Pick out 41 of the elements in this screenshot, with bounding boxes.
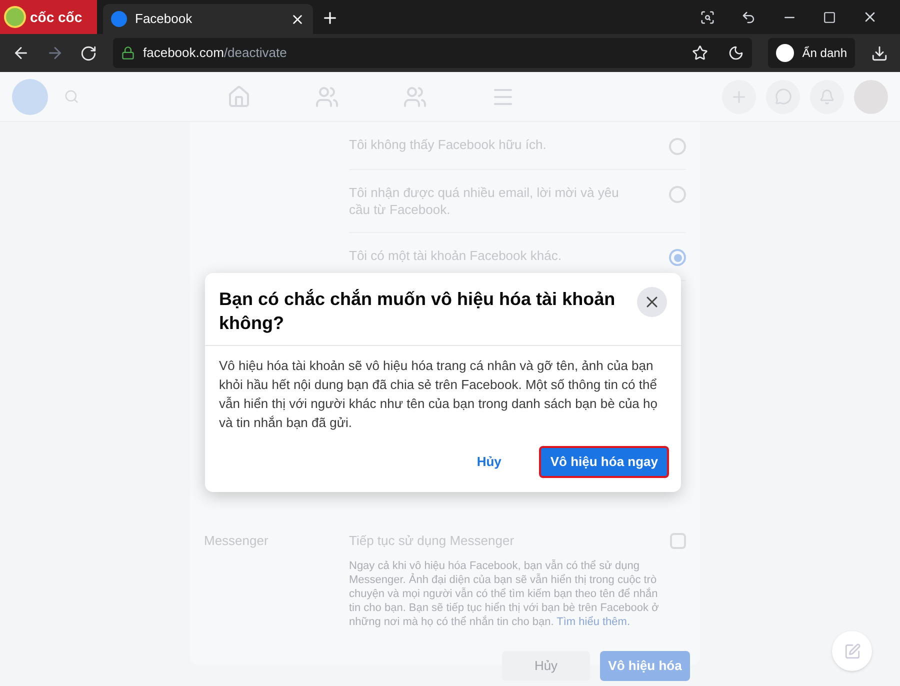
chat-icon [774, 88, 792, 105]
avatar[interactable] [854, 80, 888, 114]
maximize-icon[interactable] [823, 10, 836, 24]
option-description: Ngay cả khi vô hiệu hóa Facebook, bạn vẫn có thể sử dụng Messenger. Ảnh đại diện của bạn sẽ vẫn hiển thị trong cuộc trò chuyện và mọi người vẫn có thể tìm kiếm bạn theo tên để nhắn tin cho bạn. Bạn sẽ tiếp tục hiển thị với bạn bè trên Facebook ở những nơi mà họ có thể nhắn tin cho bạn. Tìm hiểu thêm. [349, 558, 660, 628]
home-icon[interactable] [226, 84, 250, 108]
brand-name: cốc cốc [30, 8, 82, 26]
browser-tab[interactable]: Facebook [103, 4, 313, 34]
checkbox[interactable] [670, 532, 686, 549]
new-tab-icon[interactable] [321, 9, 339, 27]
learn-more-link[interactable]: Tìm hiểu thêm. [556, 616, 630, 628]
url-text: facebook.com/deactivate [143, 44, 288, 62]
dialog-body: Vô hiệu hóa tài khoản sẽ vô hiệu hóa trang cá nhân và gỡ tên, ảnh của bạn khỏi hầu hết nội dung bạn đã chia sẻ trên Facebook. Một số thông tin có thể vẫn hiển thị với người khác như tên của bạn trong danh sách bạn bè của họ và tin nhắn bạn đã gửi. [218, 357, 658, 432]
cancel-button[interactable]: Hủy [458, 447, 520, 477]
address-field[interactable]: facebook.com/deactivate [113, 38, 752, 68]
radio-button[interactable] [669, 138, 686, 155]
back-list-icon[interactable] [741, 10, 756, 24]
radio-button[interactable] [669, 186, 686, 203]
reload-icon[interactable] [80, 44, 97, 62]
groups-icon[interactable] [402, 84, 426, 108]
browser-logo[interactable]: cốc cốc [0, 0, 97, 34]
incognito-button[interactable]: Ẩn danh [768, 38, 855, 68]
create-button[interactable] [722, 80, 756, 114]
logo-icon [4, 6, 26, 28]
search-icon[interactable] [700, 10, 715, 24]
download-icon[interactable] [871, 44, 888, 62]
confirm-button[interactable]: Vô hiệu hóa ngay [539, 446, 669, 478]
moon-icon[interactable] [728, 45, 744, 61]
forward-icon[interactable] [46, 44, 64, 62]
bell-icon [819, 88, 835, 104]
compose-button[interactable] [832, 631, 872, 671]
notifications-button[interactable] [810, 80, 844, 114]
messenger-button[interactable] [766, 80, 800, 114]
lock-icon [121, 46, 135, 60]
back-icon[interactable] [12, 44, 30, 62]
tab-title: Facebook [135, 10, 194, 28]
compose-icon [844, 642, 860, 660]
close-button[interactable] [637, 287, 667, 317]
star-icon[interactable] [692, 45, 708, 61]
radio-button[interactable] [669, 249, 686, 266]
people-icon[interactable] [314, 84, 338, 108]
dialog-title: Bạn có chắc chắn muốn vô hiệu hóa tài khoản không? [219, 288, 616, 335]
